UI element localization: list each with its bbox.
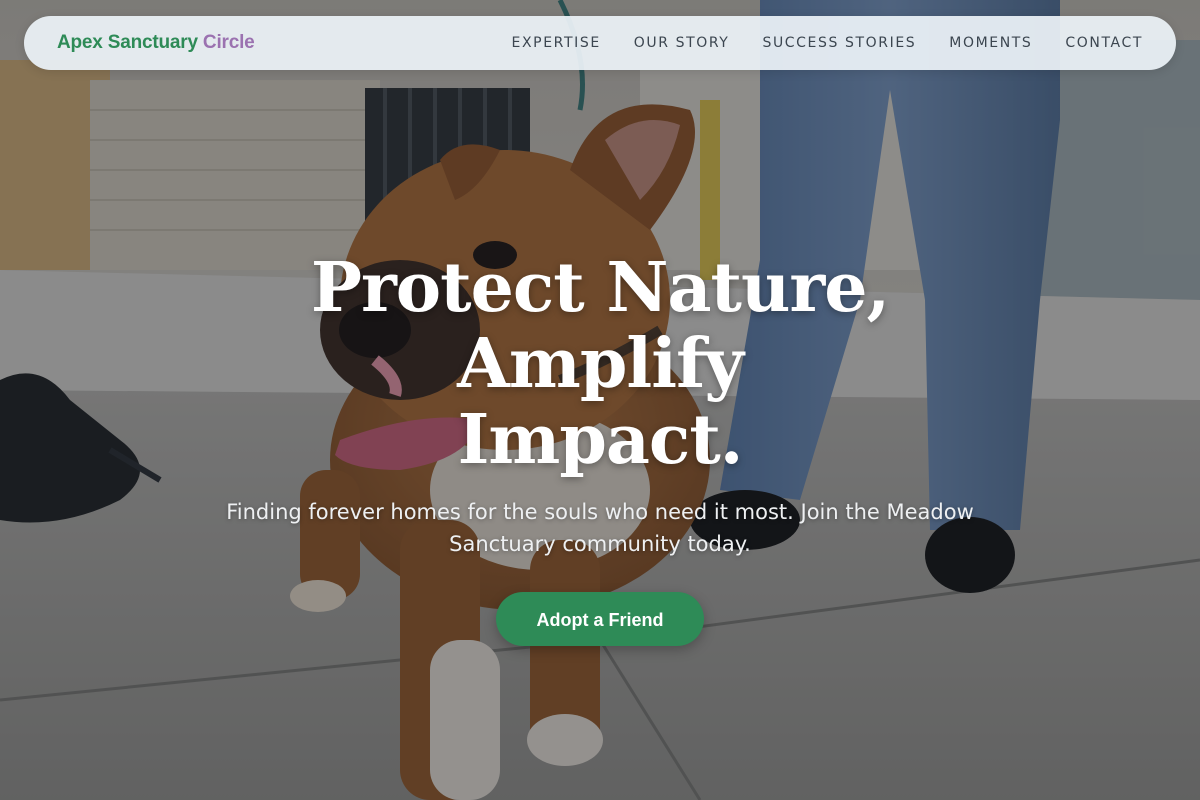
brand-logo[interactable]: Apex Sanctuary Circle <box>57 32 255 54</box>
adopt-a-friend-button[interactable]: Adopt a Friend <box>496 592 704 646</box>
hero-title-line1: Protect Nature, Amplify <box>310 248 890 404</box>
brand-name-main: Apex Sanctuary <box>57 32 198 53</box>
nav-link-moments[interactable]: MOMENTS <box>949 35 1032 51</box>
hero-content: Protect Nature, Amplify Impact. Finding … <box>0 250 1200 646</box>
hero-title: Protect Nature, Amplify Impact. <box>170 250 1030 478</box>
hero-section: Apex Sanctuary Circle EXPERTISE OUR STOR… <box>0 0 1200 800</box>
hero-subtitle: Finding forever homes for the souls who … <box>226 500 974 556</box>
top-navbar: Apex Sanctuary Circle EXPERTISE OUR STOR… <box>24 16 1176 70</box>
nav-links: EXPERTISE OUR STORY SUCCESS STORIES MOME… <box>512 34 1143 52</box>
nav-link-contact[interactable]: CONTACT <box>1065 35 1143 51</box>
nav-link-our-story[interactable]: OUR STORY <box>634 35 730 51</box>
nav-link-expertise[interactable]: EXPERTISE <box>512 35 601 51</box>
nav-link-success-stories[interactable]: SUCCESS STORIES <box>762 35 916 51</box>
brand-name-accent: Circle <box>202 32 255 53</box>
hero-title-line2: Impact. <box>457 400 744 480</box>
